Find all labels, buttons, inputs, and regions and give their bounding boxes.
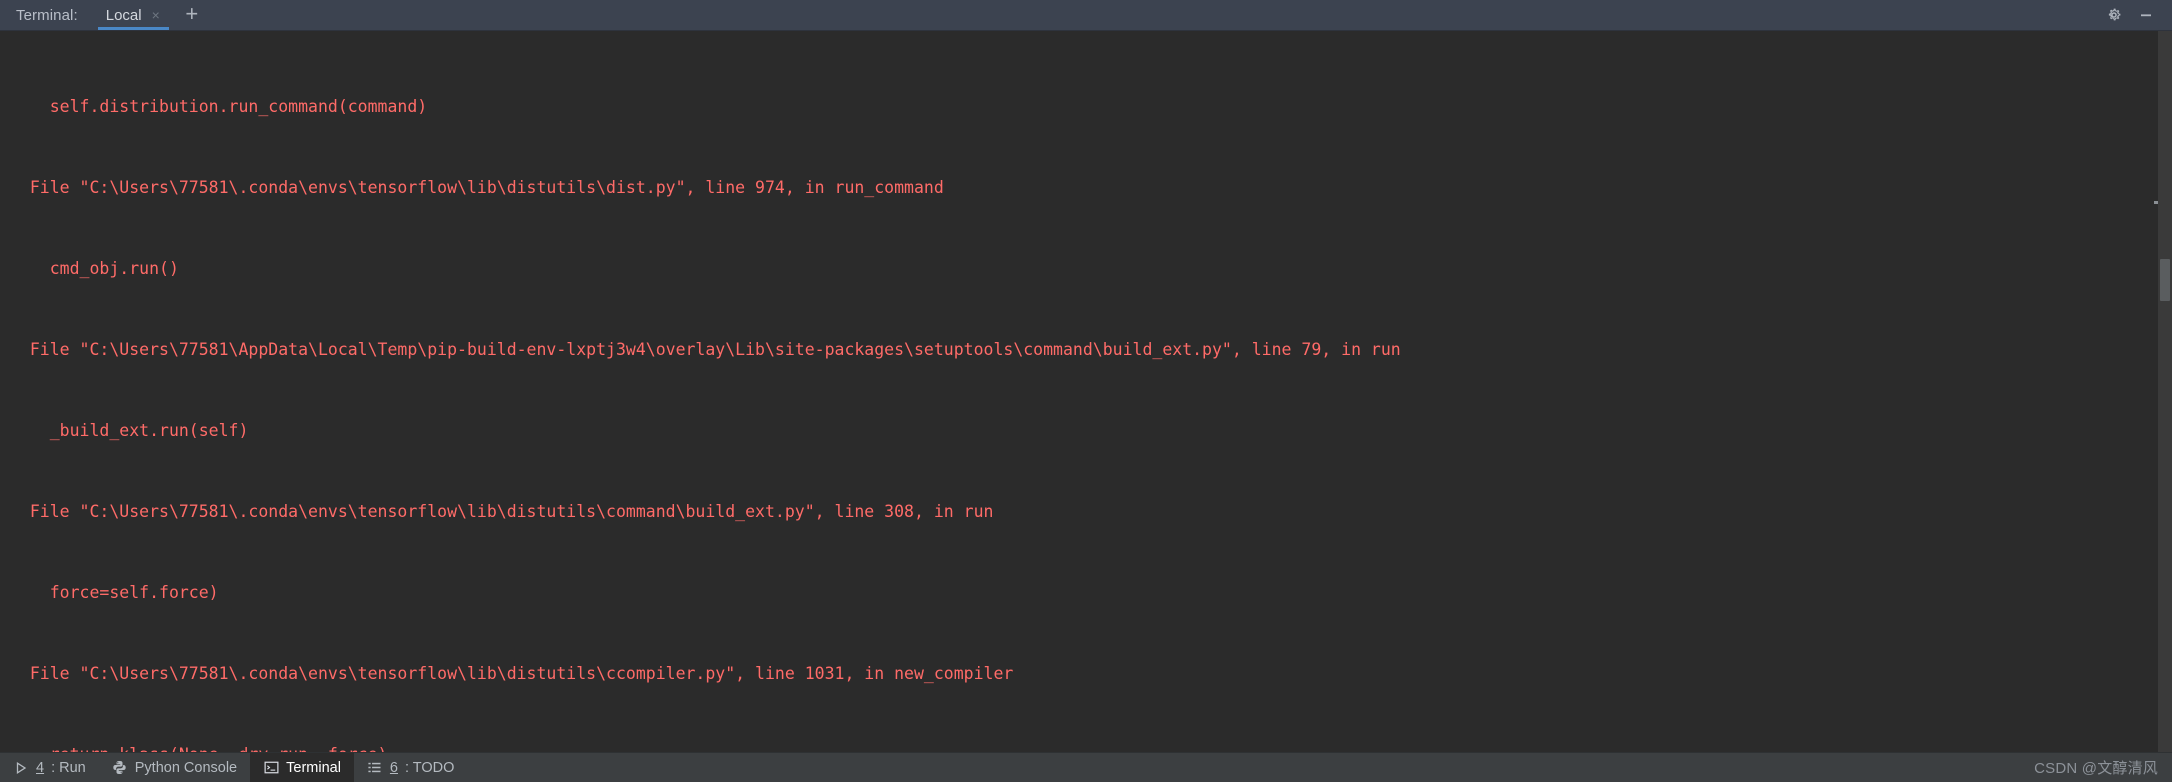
bottom-bar-item-label: : TODO	[405, 759, 455, 776]
terminal-line: return klass(None, dry_run, force)	[0, 741, 2172, 752]
tool-window-label: Terminal:	[16, 6, 78, 24]
new-terminal-tab-button[interactable]: +	[175, 0, 209, 30]
settings-gear-icon[interactable]	[2100, 1, 2128, 29]
terminal-line: force=self.force)	[10, 583, 219, 602]
bottom-bar-item-python-console[interactable]: Python Console	[99, 753, 250, 782]
terminal-line: File "C:\Users\77581\.conda\envs\tensorf…	[10, 178, 944, 197]
list-icon	[367, 760, 383, 776]
bottom-bar-item-label: Terminal	[286, 759, 341, 776]
terminal-tab-label: Local	[105, 6, 142, 24]
terminal-line: _build_ext.run(self)	[10, 421, 249, 440]
python-icon	[112, 760, 128, 776]
bottom-bar-item-mnemonic: 4	[36, 759, 45, 776]
scrollbar-thumb[interactable]	[2160, 259, 2170, 301]
terminal-tab-local[interactable]: Local ×	[92, 0, 175, 30]
terminal-output-text[interactable]: self.distribution.run_command(command) F…	[0, 31, 2172, 752]
bottom-bar-item-label: : Run	[51, 759, 86, 776]
bottom-bar-item-run[interactable]: 4 : Run	[0, 753, 99, 782]
terminal-icon	[263, 760, 279, 776]
terminal-line: File "C:\Users\77581\AppData\Local\Temp\…	[10, 340, 1401, 359]
minimize-icon[interactable]	[2132, 1, 2160, 29]
bottom-bar-spacer	[467, 753, 2034, 782]
bottom-bar-item-label: Python Console	[134, 759, 238, 776]
terminal-line: File "C:\Users\77581\.conda\envs\tensorf…	[10, 502, 994, 521]
terminal-line: File "C:\Users\77581\.conda\envs\tensorf…	[10, 664, 1014, 683]
bottom-bar-item-terminal[interactable]: Terminal	[250, 753, 354, 782]
terminal-line: self.distribution.run_command(command)	[10, 97, 428, 116]
play-icon	[13, 760, 29, 776]
close-icon[interactable]: ×	[151, 8, 161, 22]
terminal-output-area[interactable]: self.distribution.run_command(command) F…	[0, 31, 2172, 752]
terminal-line: cmd_obj.run()	[10, 259, 179, 278]
header-spacer	[209, 0, 2100, 30]
terminal-vertical-scrollbar[interactable]	[2158, 31, 2172, 752]
header-actions	[2100, 0, 2172, 30]
bottom-bar-item-todo[interactable]: 6 : TODO	[354, 753, 468, 782]
terminal-tool-window-header: Terminal: Local × +	[0, 0, 2172, 31]
pycharm-terminal-window: Terminal: Local × + self.distribution.ru…	[0, 0, 2172, 782]
csdn-watermark: CSDN @文醇清风	[2034, 760, 2158, 777]
bottom-tool-window-bar: 4 : Run Python Console Terminal 6: TODO…	[0, 752, 2172, 782]
bottom-bar-item-mnemonic: 6	[389, 759, 398, 776]
